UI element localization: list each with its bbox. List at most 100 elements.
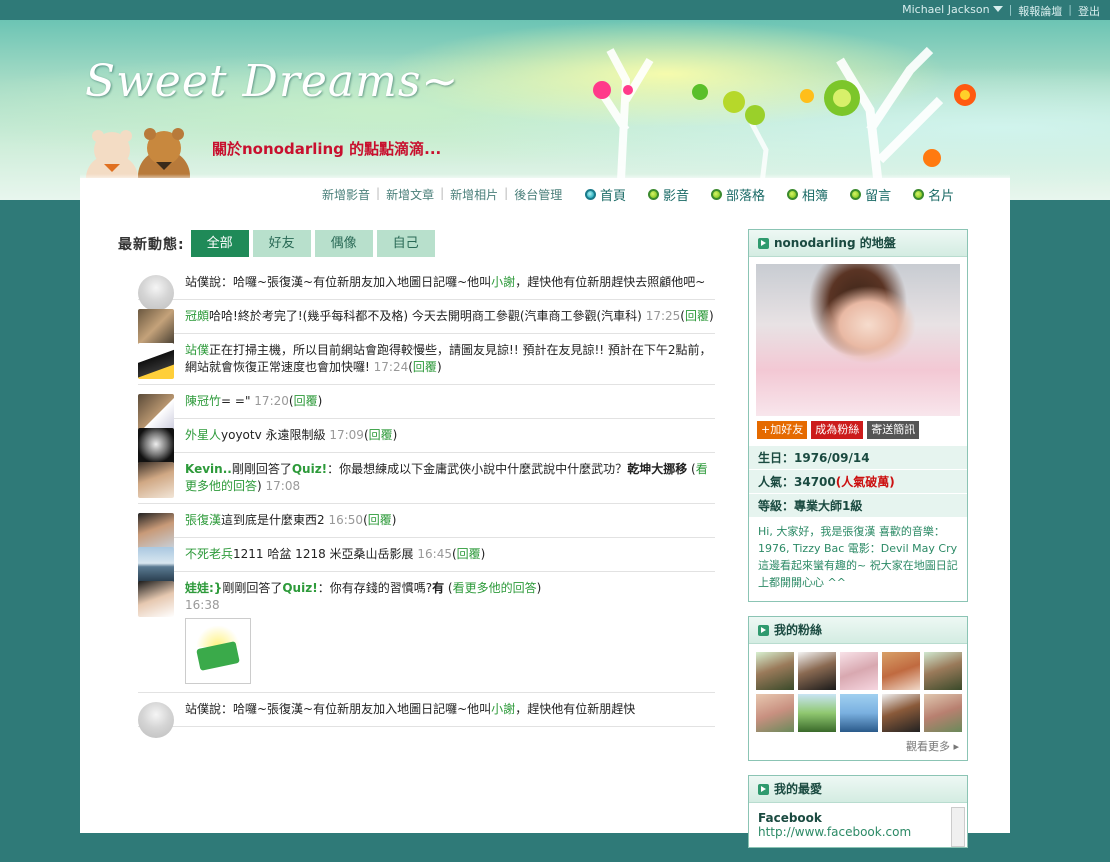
guestbook-dot-icon: [850, 189, 862, 200]
fan-avatar[interactable]: [924, 652, 962, 690]
favorite-name[interactable]: Facebook: [758, 811, 958, 825]
user-link[interactable]: 小謝: [491, 275, 515, 289]
become-fan-button[interactable]: 成為粉絲: [811, 421, 864, 439]
header-banner: Sweet Dreams~ 關於nonodarling 的點點滴滴...: [0, 20, 1110, 202]
user-link[interactable]: 不死老兵: [185, 547, 233, 561]
nav-blog[interactable]: 部落格: [711, 185, 765, 204]
play-icon: [758, 624, 769, 636]
nav-media[interactable]: 影音: [648, 185, 689, 204]
play-icon: [758, 237, 769, 249]
user-menu[interactable]: Michael Jackson: [902, 3, 1003, 19]
add-media-link[interactable]: 新增影音: [322, 186, 370, 203]
profile-title: nonodarling 的地盤: [774, 235, 896, 250]
list-item: 站僕說：哈囉~張復漢~有位新朋友加入地圖日記囉~他叫小謝，趕快他有位新朋趕快: [138, 693, 715, 738]
nav-album[interactable]: 相簿: [787, 185, 828, 204]
list-item: 冠頗哈哈!終於考完了!(幾乎每科都不及格) 今天去開明商工參觀(汽車商工參觀(汽…: [138, 300, 715, 345]
avatar[interactable]: [138, 462, 174, 498]
fan-avatar[interactable]: [882, 652, 920, 690]
list-item: 娃娃:}剛剛回答了Quiz!：你有存錢的習慣嗎?有 (看更多他的回答) 16:3…: [138, 572, 715, 693]
main-container: 新增影音 | 新增文章 | 新增相片 | 後台管理 首頁 影音 部落格 相簿 留言 名…: [80, 174, 1010, 848]
forum-link[interactable]: 報報論壇: [1018, 3, 1062, 19]
send-message-button[interactable]: 寄送簡訊: [867, 421, 920, 439]
logout-link[interactable]: 登出: [1078, 3, 1100, 19]
quiz-thumbnail[interactable]: [185, 618, 251, 684]
home-dot-icon: [585, 189, 596, 200]
more-answers-link[interactable]: 看更多他的回答: [453, 581, 537, 595]
user-link[interactable]: 冠頗: [185, 309, 209, 323]
user-link[interactable]: 娃娃:}: [185, 581, 222, 595]
profile-box: nonodarling 的地盤 +加好友 成為粉絲 寄送簡訊 生日：1976/0…: [748, 229, 968, 602]
tab-self[interactable]: 自己: [376, 230, 435, 257]
fan-avatar[interactable]: [840, 652, 878, 690]
top-bar: Michael Jackson | 報報論壇 | 登出: [0, 0, 1110, 20]
user-link[interactable]: 張復漢: [185, 513, 221, 527]
nav-card[interactable]: 名片: [913, 185, 954, 204]
sub-navigation: 新增影音 | 新增文章 | 新增相片 | 後台管理: [322, 186, 563, 203]
reply-link[interactable]: 回覆: [413, 360, 437, 374]
list-item: 陳冠竹= =" 17:20(回覆): [138, 385, 715, 430]
favorites-box: 我的最愛 Facebook http://www.facebook.com: [748, 775, 968, 848]
fan-avatar[interactable]: [798, 652, 836, 690]
admin-link[interactable]: 後台管理: [514, 186, 562, 203]
list-item: 外星人yoyotv 永遠限制級 17:09(回覆): [138, 419, 715, 464]
feed-header: 最新動態: 全部 好友 偶像 自己: [118, 230, 439, 257]
main-navigation: 首頁 影音 部落格 相簿 留言 名片: [585, 185, 954, 204]
activity-feed: 站僕說：哈囉~張復漢~有位新朋友加入地圖日記囉~他叫小謝，趕快他有位新朋趕快去照…: [138, 266, 715, 738]
fan-avatar[interactable]: [756, 694, 794, 732]
media-dot-icon: [648, 189, 660, 200]
reply-link[interactable]: 回覆: [294, 394, 318, 408]
add-photo-link[interactable]: 新增相片: [450, 186, 498, 203]
profile-photo[interactable]: [756, 264, 960, 416]
user-link[interactable]: 小謝: [491, 702, 515, 716]
favorite-url[interactable]: http://www.facebook.com: [758, 825, 958, 839]
favorites-title: 我的最愛: [774, 781, 823, 796]
add-article-link[interactable]: 新增文章: [386, 186, 434, 203]
profile-intro: Hi, 大家好，我是張復漢 喜歡的音樂：1976, Tizzy Bac 電影：D…: [758, 525, 958, 589]
blog-dot-icon: [711, 189, 723, 200]
tab-all[interactable]: 全部: [190, 230, 249, 257]
tab-friends[interactable]: 好友: [252, 230, 311, 257]
avatar[interactable]: [138, 702, 174, 738]
site-logo[interactable]: Sweet Dreams~: [85, 56, 459, 107]
reply-link[interactable]: 回覆: [457, 547, 481, 561]
list-item: 不死老兵1211 哈盆 1218 米亞桑山岳影展 16:45(回覆): [138, 538, 715, 583]
tab-idols[interactable]: 偶像: [314, 230, 373, 257]
reply-link[interactable]: 回覆: [685, 309, 709, 323]
play-icon: [758, 783, 769, 795]
fan-avatar[interactable]: [840, 694, 878, 732]
avatar[interactable]: [138, 343, 174, 379]
fans-title: 我的粉絲: [774, 622, 823, 637]
fan-avatar[interactable]: [756, 652, 794, 690]
reply-link[interactable]: 回覆: [368, 513, 392, 527]
see-more-link[interactable]: 觀看更多 ▸: [749, 736, 967, 760]
reply-link[interactable]: 回覆: [369, 428, 393, 442]
site-subtitle: 關於nonodarling 的點點滴滴...: [212, 140, 442, 158]
user-link[interactable]: 外星人: [185, 428, 221, 442]
quiz-link[interactable]: Quiz!: [292, 462, 327, 476]
user-link[interactable]: Kevin..: [185, 462, 232, 476]
birthday: 生日：1976/09/14: [749, 445, 967, 469]
avatar[interactable]: [138, 581, 174, 617]
nav-guestbook[interactable]: 留言: [850, 185, 891, 204]
popularity: 人氣：34700(人氣破萬): [749, 469, 967, 493]
level: 等級：專業大師1級: [749, 493, 967, 517]
add-friend-button[interactable]: +加好友: [757, 421, 808, 439]
card-dot-icon: [913, 189, 925, 200]
chevron-down-icon: [992, 6, 1003, 12]
user-link[interactable]: 陳冠竹: [185, 394, 221, 408]
fans-box: 我的粉絲 觀看更多 ▸: [748, 616, 968, 761]
album-dot-icon: [787, 189, 799, 200]
nav-home[interactable]: 首頁: [585, 185, 626, 204]
feed-title: 最新動態:: [118, 236, 185, 253]
sidebar: nonodarling 的地盤 +加好友 成為粉絲 寄送簡訊 生日：1976/0…: [748, 229, 968, 862]
list-item: Kevin..剛剛回答了Quiz!：你最想練成以下金庸武俠小說中什麼武說中什麼武…: [138, 453, 715, 504]
scrollbar[interactable]: [951, 807, 965, 847]
user-link[interactable]: 站僕: [185, 343, 209, 357]
fan-avatar[interactable]: [924, 694, 962, 732]
list-item: 站僕正在打掃主機，所以目前網站會跑得較慢些，請圖友見諒!! 預計在友見諒!! 預…: [138, 334, 715, 385]
fan-avatar[interactable]: [798, 694, 836, 732]
user-name: Michael Jackson: [902, 3, 990, 16]
fan-avatar[interactable]: [882, 694, 920, 732]
quiz-link[interactable]: Quiz!: [282, 581, 317, 595]
list-item: 張復漢這到底是什麼東西2 16:50(回覆): [138, 504, 715, 549]
